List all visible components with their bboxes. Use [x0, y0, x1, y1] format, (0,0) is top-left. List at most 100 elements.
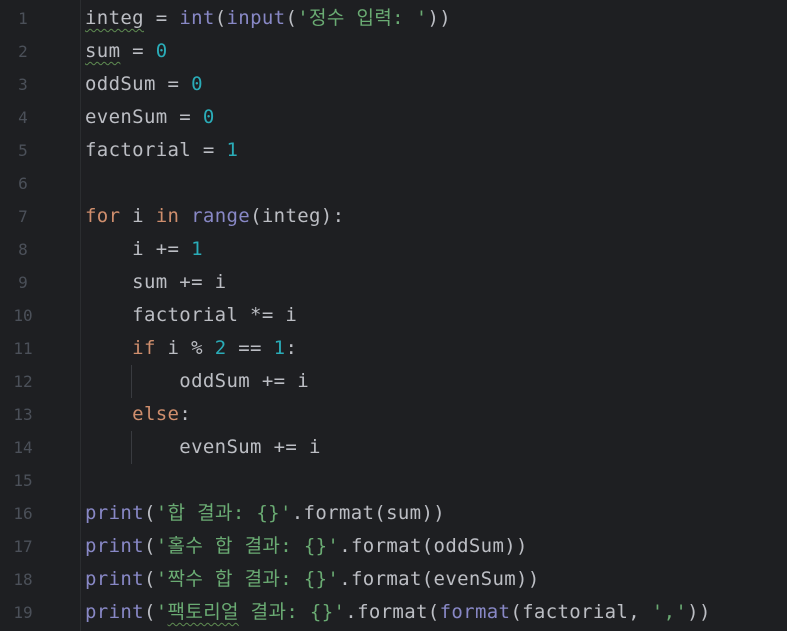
code-line[interactable]: 12 oddSum += i — [0, 365, 787, 398]
code-token: ( — [143, 535, 156, 557]
code-line[interactable]: 14 evenSum += i — [0, 431, 787, 464]
code-line[interactable]: 6 — [0, 167, 787, 200]
line-number: 18 — [13, 570, 33, 589]
line-number: 6 — [18, 174, 28, 193]
code-token: i += — [85, 238, 192, 260]
code-line[interactable]: 9 sum += i — [0, 266, 787, 299]
code-token: range — [191, 205, 251, 227]
code-token: in — [155, 205, 180, 227]
code-token: '홀수 합 결과: {}' — [155, 535, 340, 557]
line-number: 4 — [18, 108, 28, 127]
line-number: 7 — [18, 207, 28, 226]
code-token: 0 — [191, 73, 203, 95]
code-text[interactable]: oddSum = 0 — [85, 68, 203, 101]
code-token: ( — [214, 7, 227, 29]
code-text[interactable]: print('합 결과: {}'.format(sum)) — [85, 497, 445, 530]
code-token: = — [120, 40, 156, 62]
code-line[interactable]: 5 factorial = 1 — [0, 134, 787, 167]
code-token: 2 — [214, 337, 227, 359]
code-text[interactable]: evenSum += i — [85, 431, 321, 464]
code-token: print — [85, 535, 144, 557]
code-token: format — [439, 601, 511, 623]
code-token: 0 — [202, 106, 215, 128]
code-text[interactable]: oddSum += i — [85, 365, 309, 398]
code-token: )) — [427, 7, 452, 29]
code-token: i % — [155, 337, 215, 359]
code-token: : — [285, 337, 298, 359]
line-number: 1 — [18, 9, 28, 28]
code-text[interactable]: print('팩토리얼 결과: {}'.format(format(factor… — [85, 596, 711, 629]
code-text[interactable]: else: — [85, 398, 191, 431]
code-token: ( — [143, 601, 156, 623]
code-token: = — [143, 7, 180, 29]
code-token: == — [226, 337, 274, 359]
code-text[interactable]: sum += i — [85, 266, 226, 299]
code-line[interactable]: 15 — [0, 464, 787, 497]
code-text[interactable]: factorial *= i — [85, 299, 297, 332]
code-token: '합 결과: {}' — [155, 502, 292, 524]
code-token: 결과: {}' — [238, 601, 346, 623]
code-text[interactable]: sum = 0 — [85, 35, 168, 68]
code-token: sum — [85, 40, 121, 62]
code-text[interactable]: factorial = 1 — [85, 134, 238, 167]
code-text[interactable]: i += 1 — [85, 233, 203, 266]
code-token: i — [120, 205, 156, 227]
code-token: factorial *= i — [85, 304, 298, 326]
code-token: 0 — [155, 40, 168, 62]
line-number: 2 — [18, 42, 28, 61]
line-number: 15 — [13, 471, 33, 490]
code-line[interactable]: 7 for i in range(integ): — [0, 200, 787, 233]
code-text[interactable]: print('짝수 합 결과: {}'.format(evenSum)) — [85, 563, 540, 596]
code-line[interactable]: 10 factorial *= i — [0, 299, 787, 332]
code-line[interactable]: 2 sum = 0 — [0, 35, 787, 68]
code-line[interactable]: 18 print('짝수 합 결과: {}'.format(evenSum)) — [0, 563, 787, 596]
code-line[interactable]: 11 if i % 2 == 1: — [0, 332, 787, 365]
code-token: '정수 입력: ' — [297, 7, 428, 29]
code-text[interactable]: for i in range(integ): — [85, 200, 344, 233]
line-number: 14 — [13, 438, 33, 457]
code-editor[interactable]: 1 integ = int(input('정수 입력: ')) 2 sum = 03o… — [0, 0, 787, 631]
code-text[interactable]: print('홀수 합 결과: {}'.format(oddSum)) — [85, 530, 528, 563]
code-token: ( — [143, 568, 156, 590]
code-line[interactable]: 16 print('합 결과: {}'.format(sum)) — [0, 497, 787, 530]
code-text[interactable]: integ = int(input('정수 입력: ')) — [85, 2, 451, 35]
code-text[interactable]: evenSum = 0 — [85, 101, 215, 134]
code-token: ',' — [651, 601, 688, 623]
code-line[interactable]: 13 else: — [0, 398, 787, 431]
code-line[interactable]: 8 i += 1 — [0, 233, 787, 266]
line-number: 19 — [13, 603, 33, 622]
code-token: sum += i — [85, 271, 227, 293]
code-token: print — [85, 601, 144, 623]
line-number: 13 — [13, 405, 33, 424]
line-number: 16 — [13, 504, 33, 523]
code-line[interactable]: 3 oddSum = 0 — [0, 68, 787, 101]
code-token: print — [85, 502, 144, 524]
line-number: 3 — [18, 75, 28, 94]
code-text[interactable]: if i % 2 == 1: — [85, 332, 297, 365]
code-token: factorial = — [85, 139, 227, 161]
code-token: if — [132, 337, 156, 359]
code-token: 팩토리얼 — [167, 601, 239, 623]
line-number: 8 — [18, 240, 28, 259]
line-number: 10 — [13, 306, 33, 325]
code-token: for — [85, 205, 121, 227]
code-token: )) — [687, 601, 711, 623]
code-line[interactable]: 19 print('팩토리얼 결과: {}'.format(format(fact… — [0, 596, 787, 629]
code-token: (factorial, — [510, 601, 652, 623]
code-token: evenSum += i — [85, 436, 321, 458]
code-token: oddSum += i — [85, 370, 309, 392]
code-token: .format( — [345, 601, 440, 623]
code-token: 1 — [191, 238, 203, 260]
code-line[interactable]: 17 print('홀수 합 결과: {}'.format(oddSum)) — [0, 530, 787, 563]
code-token: evenSum = — [85, 106, 203, 128]
line-number: 5 — [18, 141, 28, 160]
code-token: : — [179, 403, 192, 425]
code-line[interactable]: 4 evenSum = 0 — [0, 101, 787, 134]
code-token: ( — [143, 502, 156, 524]
code-line[interactable]: 1 integ = int(input('정수 입력: ')) — [0, 2, 787, 35]
code-token: 1 — [226, 139, 239, 161]
line-number: 11 — [13, 339, 33, 358]
code-token: else — [132, 403, 180, 425]
